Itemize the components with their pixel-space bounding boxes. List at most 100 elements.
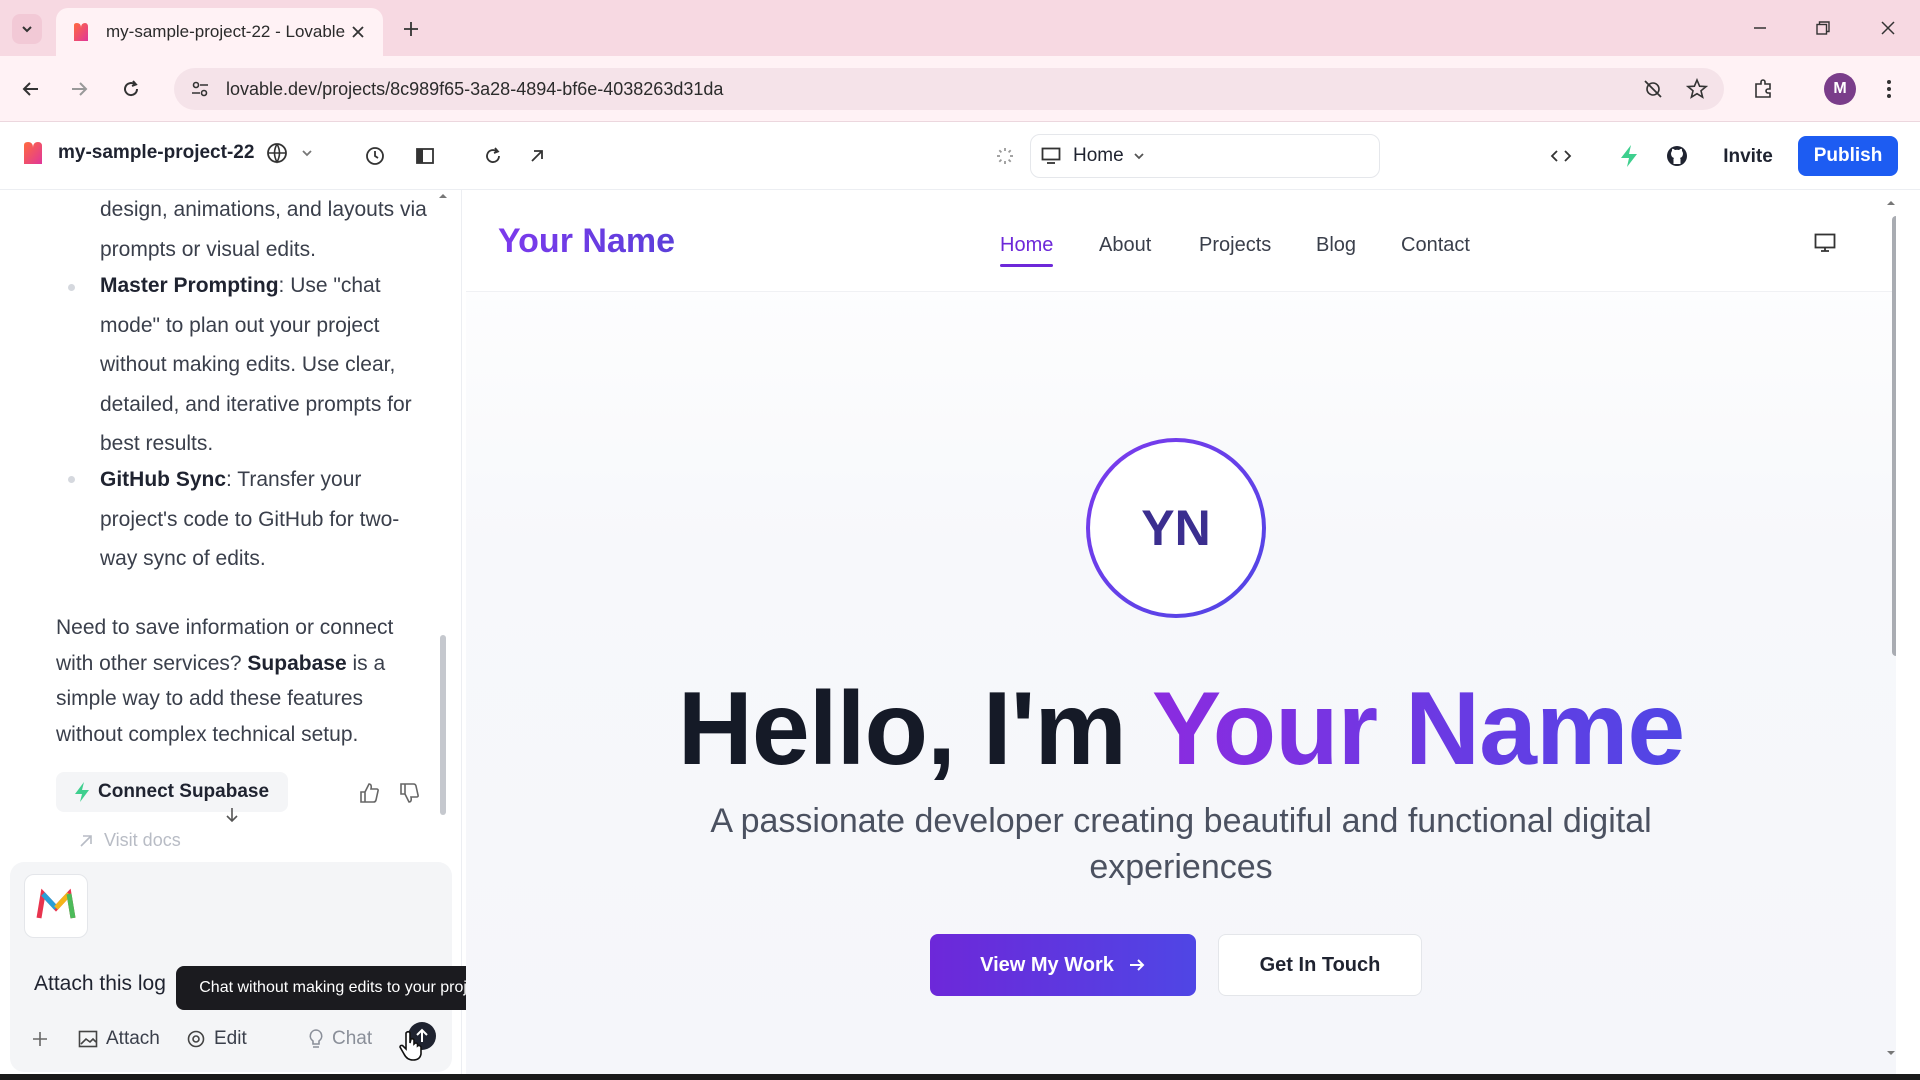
route-label: Home: [1073, 145, 1124, 166]
add-button[interactable]: [32, 1022, 56, 1056]
lovable-favicon-icon: [74, 23, 88, 41]
arrow-left-icon: [22, 82, 38, 96]
bullet-text: design, animations, and layouts via prom…: [100, 198, 427, 261]
site-brand[interactable]: Your Name: [498, 222, 675, 261]
browser-toolbar: lovable.dev/projects/8c989f65-3a28-4894-…: [0, 56, 1920, 122]
preview-scrollbar[interactable]: [1892, 216, 1896, 656]
device-toggle-button[interactable]: [1810, 228, 1840, 258]
supabase-bolt-icon: [75, 782, 89, 802]
view-my-work-label: View My Work: [980, 953, 1114, 976]
bullet-dot: [68, 284, 75, 291]
tracking-protection-icon[interactable]: [1636, 72, 1670, 106]
site-nav-blog[interactable]: Blog: [1316, 234, 1356, 257]
bullet-dot: [68, 476, 75, 483]
publish-button[interactable]: Publish: [1798, 136, 1898, 176]
view-my-work-button[interactable]: View My Work: [930, 934, 1196, 996]
hero-name: Your Name: [1151, 671, 1685, 787]
globe-icon: [267, 143, 288, 164]
hand-cursor-icon: [399, 1030, 422, 1061]
url-text: lovable.dev/projects/8c989f65-3a28-4894-…: [226, 78, 724, 99]
github-button[interactable]: [1660, 139, 1694, 173]
chat-mode-button[interactable]: Chat: [308, 1022, 372, 1056]
arrow-right-icon: [1129, 959, 1145, 971]
app-header: my-sample-project-22 Home Invite Publish: [0, 122, 1920, 190]
chat-scrollbar[interactable]: [440, 635, 446, 815]
hero-prefix: Hello, I'm: [677, 671, 1152, 787]
image-icon: [78, 1030, 98, 1048]
site-nav-contact[interactable]: Contact: [1401, 234, 1470, 257]
taskbar-edge: [0, 1074, 1920, 1080]
project-switcher[interactable]: my-sample-project-22: [20, 140, 314, 166]
toggle-sidebar-button[interactable]: [408, 139, 442, 173]
hero-subtitle: A passionate developer creating beautifu…: [710, 802, 1652, 886]
reload-button[interactable]: [114, 72, 148, 106]
chat-panel: design, animations, and layouts via prom…: [0, 190, 516, 1080]
scroll-to-bottom-button[interactable]: [217, 800, 247, 830]
browser-menu-button[interactable]: [1872, 72, 1906, 106]
get-in-touch-button[interactable]: Get In Touch: [1218, 934, 1422, 996]
tab-close-icon[interactable]: [347, 21, 369, 43]
chat-messages[interactable]: design, animations, and layouts via prom…: [0, 190, 462, 850]
invite-button[interactable]: Invite: [1700, 138, 1796, 176]
connect-supabase-button[interactable]: Connect Supabase: [56, 772, 288, 812]
visit-docs-label: Visit docs: [104, 830, 181, 850]
history-button[interactable]: [358, 139, 392, 173]
scroll-down-icon[interactable]: [1886, 1048, 1896, 1058]
plus-icon: [33, 1032, 47, 1046]
visit-docs-link[interactable]: Visit docs: [78, 830, 181, 850]
route-selector[interactable]: Home: [1030, 134, 1380, 178]
lovable-logo-icon: [24, 142, 42, 164]
attach-button[interactable]: Attach: [78, 1022, 160, 1056]
scroll-up-icon[interactable]: [438, 190, 448, 202]
thumbs-down-button[interactable]: [396, 780, 422, 806]
supabase-paragraph: Need to save information or connect with…: [56, 610, 426, 752]
back-button[interactable]: [14, 72, 48, 106]
extensions-button[interactable]: [1746, 72, 1780, 106]
open-in-new-tab-button[interactable]: [520, 139, 554, 173]
initials-text: YN: [1090, 442, 1262, 614]
feature-bullet-github-sync: GitHub Sync: Transfer your project's cod…: [100, 460, 430, 579]
reload-icon: [486, 147, 500, 163]
bookmark-star-icon[interactable]: [1680, 72, 1714, 106]
minimize-icon: [1754, 27, 1766, 29]
close-window-button[interactable]: [1868, 10, 1908, 46]
chat-label: Chat: [332, 1028, 373, 1049]
restore-button[interactable]: [1803, 10, 1843, 46]
browser-tab-strip: my-sample-project-22 - Lovable: [0, 0, 1920, 56]
chevron-down-icon: [1134, 153, 1144, 160]
puzzle-icon: [1755, 79, 1771, 98]
forward-button[interactable]: [62, 72, 96, 106]
monitor-icon: [1814, 233, 1836, 252]
new-tab-button[interactable]: [396, 14, 426, 44]
code-view-button[interactable]: [1544, 139, 1578, 173]
minimize-button[interactable]: [1740, 10, 1780, 46]
arrow-right-icon: [72, 82, 88, 96]
refresh-preview-button[interactable]: [476, 139, 510, 173]
site-nav-projects[interactable]: Projects: [1199, 234, 1271, 257]
tab-search-button[interactable]: [12, 14, 42, 44]
code-icon: [1550, 150, 1572, 162]
restore-icon: [1816, 21, 1830, 35]
reload-icon: [124, 80, 139, 97]
attached-logo-image: [36, 888, 76, 919]
scroll-up-icon[interactable]: [1886, 198, 1896, 208]
site-nav-home[interactable]: Home: [1000, 234, 1054, 267]
chat-mode-tooltip: Chat without making edits to your projec…: [176, 966, 516, 1010]
chat-input[interactable]: Attach this log: [34, 972, 166, 996]
browser-tab[interactable]: my-sample-project-22 - Lovable: [56, 8, 383, 56]
site-preview: Your Name Home About Projects Blog Conta…: [466, 192, 1896, 1080]
external-arrow-icon: [80, 834, 92, 847]
project-name: my-sample-project-22: [58, 142, 255, 163]
profile-avatar[interactable]: M: [1824, 73, 1856, 105]
supabase-button[interactable]: [1612, 139, 1646, 173]
site-nav-about[interactable]: About: [1099, 234, 1151, 257]
attached-image-thumbnail[interactable]: [24, 874, 88, 938]
attach-label: Attach: [106, 1028, 160, 1049]
hero-title: Hello, I'm Your Name: [466, 670, 1896, 789]
supabase-bolt-icon: [1621, 145, 1637, 167]
site-info-icon[interactable]: [188, 77, 212, 101]
github-icon: [1667, 146, 1687, 166]
address-bar[interactable]: lovable.dev/projects/8c989f65-3a28-4894-…: [174, 68, 1724, 110]
thumbs-up-button[interactable]: [356, 780, 382, 806]
edit-mode-button[interactable]: Edit: [186, 1022, 247, 1056]
